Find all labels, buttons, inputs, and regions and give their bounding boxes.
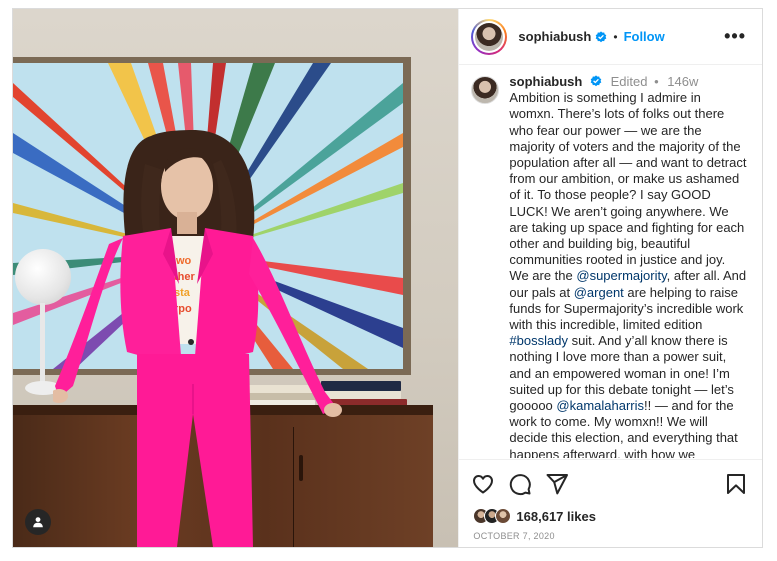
person-in-pink-suit: wo ther sta rpo	[53, 124, 343, 547]
mention-kamalaharris[interactable]: @kamalaharris	[556, 398, 644, 413]
mention-argent[interactable]: @argent	[574, 285, 624, 300]
avatar	[475, 22, 504, 51]
post-header: sophiabush • Follow •••	[459, 9, 762, 65]
hashtag-bosslady[interactable]: #bosslady	[509, 333, 568, 348]
header-username[interactable]: sophiabush	[518, 29, 591, 44]
user-tag-icon	[33, 517, 43, 528]
action-bar: 168,617 likes OCTOBER 7, 2020	[459, 459, 762, 547]
comment-icon[interactable]	[508, 472, 532, 496]
liker-avatar	[495, 508, 512, 524]
caption-segment: Ambition is something I admire in womxn.…	[509, 90, 747, 284]
share-icon[interactable]	[545, 472, 569, 496]
edited-label: Edited	[610, 74, 648, 89]
caption-username[interactable]: sophiabush	[509, 74, 582, 89]
user-tag-button[interactable]	[25, 509, 51, 535]
caption-avatar[interactable]	[471, 76, 500, 104]
instagram-post: wo ther sta rpo sophiabush • Follow ••• …	[12, 8, 763, 548]
verified-badge-icon	[596, 30, 607, 42]
header-separator: •	[613, 29, 618, 44]
follow-button[interactable]: Follow	[624, 29, 665, 44]
story-ring[interactable]	[471, 18, 508, 55]
likes-count[interactable]: 168,617 likes	[516, 509, 596, 524]
svg-text:sta: sta	[174, 287, 191, 299]
caption-area: sophiabush Edited • 146w Ambition is som…	[459, 66, 762, 458]
mention-supermajority[interactable]: @supermajority	[576, 268, 666, 283]
post-date[interactable]: OCTOBER 7, 2020	[473, 531, 554, 541]
post-age[interactable]: 146w	[667, 74, 698, 89]
lamp-stem	[40, 303, 45, 383]
caption-dot: •	[654, 74, 659, 89]
bookmark-icon[interactable]	[724, 472, 748, 496]
more-options-icon[interactable]: •••	[724, 27, 746, 45]
svg-text:wo: wo	[175, 255, 192, 267]
verified-badge-icon	[590, 75, 602, 87]
heart-icon[interactable]	[471, 472, 495, 496]
caption-text: sophiabush Edited • 146w Ambition is som…	[509, 74, 748, 458]
likes-row: 168,617 likes	[473, 508, 596, 524]
post-photo[interactable]: wo ther sta rpo	[13, 9, 459, 547]
post-sidebar: sophiabush • Follow ••• sophiabush Edite…	[458, 9, 762, 547]
